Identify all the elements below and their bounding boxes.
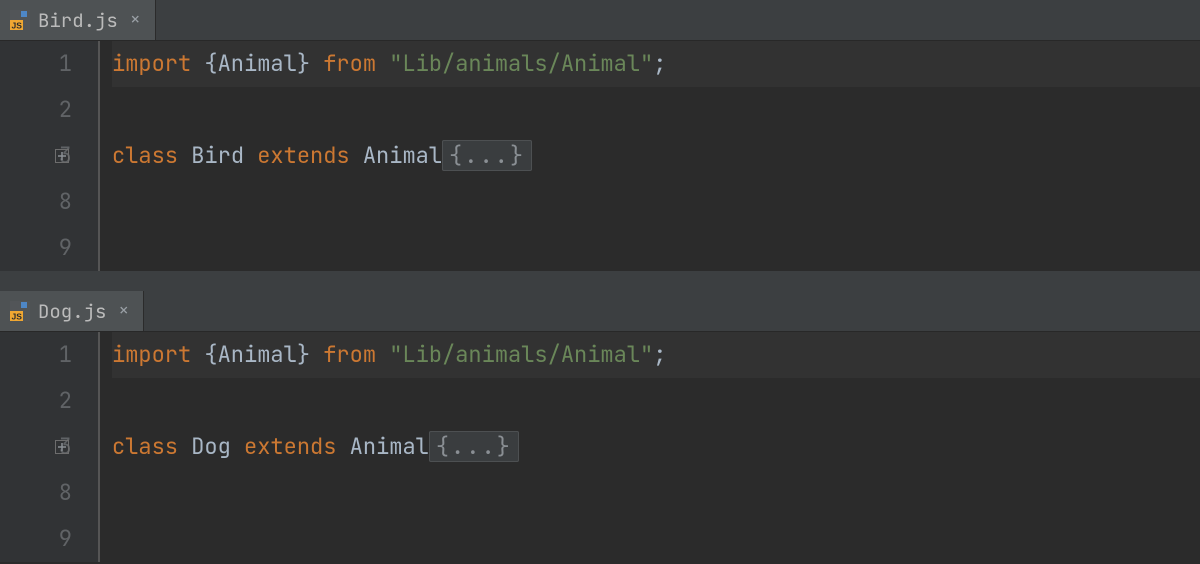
file-tab[interactable]: JS Dog.js × [0, 291, 144, 331]
tab-bar: JS Dog.js × [0, 291, 1200, 332]
code-line[interactable] [112, 87, 1200, 133]
tab-filename: Bird.js [38, 8, 118, 33]
editor-pane-0: JS Bird.js × 1 2 3 8 9 import {Animal} f… [0, 0, 1200, 271]
line-number: 3 [0, 133, 72, 179]
code-line[interactable]: class Bird extends Animal{...} [112, 133, 1200, 179]
code-line[interactable] [112, 470, 1200, 516]
fold-expand-icon[interactable] [55, 440, 69, 454]
tab-filename: Dog.js [38, 299, 106, 324]
close-icon[interactable]: × [130, 11, 141, 29]
code-line[interactable] [112, 179, 1200, 225]
code-editor[interactable]: 1 2 3 8 9 import {Animal} from "Lib/anim… [0, 41, 1200, 271]
tab-bar: JS Bird.js × [0, 0, 1200, 41]
gutter: 1 2 3 8 9 [0, 332, 98, 562]
code-area[interactable]: import {Animal} from "Lib/animals/Animal… [98, 41, 1200, 271]
svg-text:JS: JS [12, 312, 23, 322]
code-area[interactable]: import {Animal} from "Lib/animals/Animal… [98, 332, 1200, 562]
code-line[interactable] [112, 378, 1200, 424]
line-number: 2 [0, 87, 72, 133]
file-tab[interactable]: JS Bird.js × [0, 0, 156, 40]
code-line[interactable]: import {Animal} from "Lib/animals/Animal… [112, 41, 1200, 87]
line-number: 3 [0, 424, 72, 470]
code-line[interactable] [112, 516, 1200, 562]
editor-pane-1: JS Dog.js × 1 2 3 8 9 import {Animal} fr… [0, 291, 1200, 562]
js-file-icon: JS [10, 10, 30, 30]
code-line[interactable] [112, 225, 1200, 271]
line-number: 8 [0, 470, 72, 516]
line-number: 1 [0, 332, 72, 378]
close-icon[interactable]: × [118, 302, 129, 320]
line-number: 1 [0, 41, 72, 87]
folded-region[interactable]: {...} [442, 140, 532, 171]
line-number: 9 [0, 516, 72, 562]
svg-text:JS: JS [12, 21, 23, 31]
code-line[interactable]: import {Animal} from "Lib/animals/Animal… [112, 332, 1200, 378]
line-number: 2 [0, 378, 72, 424]
fold-expand-icon[interactable] [55, 149, 69, 163]
code-line[interactable]: class Dog extends Animal{...} [112, 424, 1200, 470]
pane-divider [0, 271, 1200, 291]
folded-region[interactable]: {...} [429, 431, 519, 462]
gutter: 1 2 3 8 9 [0, 41, 98, 271]
line-number: 8 [0, 179, 72, 225]
code-editor[interactable]: 1 2 3 8 9 import {Animal} from "Lib/anim… [0, 332, 1200, 562]
js-file-icon: JS [10, 301, 30, 321]
line-number: 9 [0, 225, 72, 271]
